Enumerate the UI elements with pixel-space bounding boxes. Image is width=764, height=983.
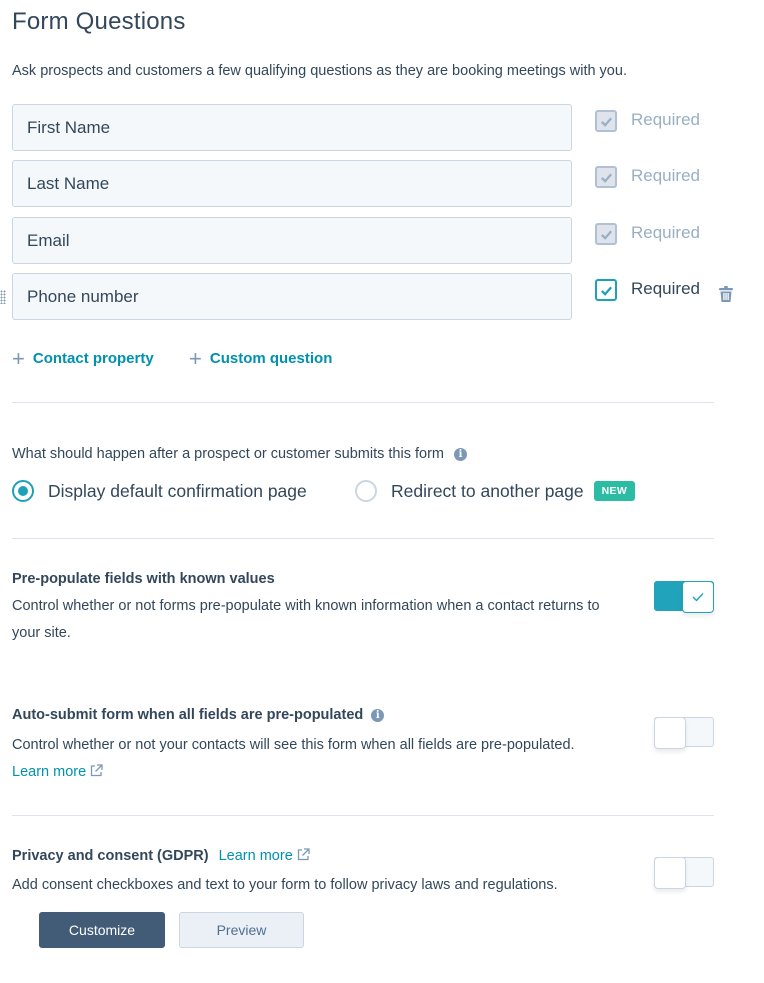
trash-icon[interactable] bbox=[719, 286, 733, 303]
prepopulate-description: Control whether or not forms pre-populat… bbox=[12, 598, 600, 641]
add-contact-property-link[interactable]: + Contact property bbox=[12, 346, 154, 371]
autosubmit-learn-more-link[interactable]: Learn more bbox=[12, 764, 103, 780]
required-checkbox bbox=[595, 223, 617, 245]
gdpr-toggle[interactable] bbox=[654, 857, 714, 889]
customize-button[interactable]: Customize bbox=[39, 912, 165, 948]
autosubmit-description-text: Control whether or not your contacts wil… bbox=[12, 737, 575, 753]
required-label: Required bbox=[631, 110, 700, 129]
after-submit-question-text: What should happen after a prospect or c… bbox=[12, 446, 444, 462]
external-link-icon bbox=[297, 848, 310, 861]
external-link-icon bbox=[91, 764, 103, 777]
info-icon[interactable]: i bbox=[453, 447, 467, 461]
after-submit-question: What should happen after a prospect or c… bbox=[12, 446, 467, 462]
first-name-field: First Name bbox=[12, 104, 572, 151]
check-icon bbox=[600, 230, 612, 240]
toggle-knob bbox=[682, 581, 714, 613]
divider bbox=[12, 538, 714, 539]
autosubmit-title: Auto-submit form when all fields are pre… bbox=[12, 707, 385, 723]
form-field-row: Last Name Required bbox=[0, 160, 764, 208]
toggle-knob bbox=[654, 717, 686, 749]
required-label[interactable]: Required bbox=[631, 279, 700, 299]
form-field-row: Email Required bbox=[0, 217, 764, 265]
gdpr-learn-more-link[interactable]: Learn more bbox=[219, 848, 310, 864]
radio-redirect-another-page[interactable]: Redirect to another page NEW bbox=[355, 480, 636, 502]
toggle-knob bbox=[654, 857, 686, 889]
last-name-field: Last Name bbox=[12, 160, 572, 207]
required-checkbox[interactable] bbox=[595, 279, 617, 301]
gdpr-title-text: Privacy and consent (GDPR) bbox=[12, 848, 209, 864]
radio-button-selected[interactable] bbox=[12, 480, 34, 502]
learn-more-text: Learn more bbox=[218, 848, 293, 864]
required-checkbox bbox=[595, 166, 617, 188]
check-icon bbox=[600, 173, 612, 183]
gdpr-description: Add consent checkboxes and text to your … bbox=[12, 877, 558, 893]
autosubmit-description: Control whether or not your contacts wil… bbox=[12, 732, 592, 786]
check-icon bbox=[692, 593, 704, 602]
required-checkbox bbox=[595, 110, 617, 132]
prepopulate-title: Pre-populate fields with known values bbox=[12, 571, 275, 587]
page-title: Form Questions bbox=[12, 8, 186, 35]
learn-more-text: Learn more bbox=[12, 764, 87, 780]
autosubmit-toggle[interactable] bbox=[654, 717, 714, 749]
required-label: Required bbox=[631, 223, 700, 242]
new-badge: NEW bbox=[593, 481, 636, 501]
radio-label: Display default confirmation page bbox=[48, 480, 307, 501]
required-label: Required bbox=[631, 166, 700, 185]
add-custom-question-label: Custom question bbox=[209, 350, 333, 367]
divider bbox=[12, 815, 714, 816]
drag-handle-icon[interactable] bbox=[0, 290, 6, 304]
phone-number-field[interactable]: Phone number bbox=[12, 273, 572, 320]
page-description: Ask prospects and customers a few qualif… bbox=[12, 63, 627, 79]
preview-button[interactable]: Preview bbox=[179, 912, 304, 948]
radio-label: Redirect to another page bbox=[391, 480, 584, 501]
add-custom-question-link[interactable]: + Custom question bbox=[189, 346, 333, 371]
plus-icon: + bbox=[12, 346, 25, 371]
email-field: Email bbox=[12, 217, 572, 264]
check-icon bbox=[600, 117, 612, 127]
form-field-row[interactable]: Phone number Required bbox=[0, 273, 764, 321]
prepopulate-toggle[interactable] bbox=[654, 581, 714, 613]
form-field-row: First Name Required bbox=[0, 104, 764, 152]
prepopulate-title-text: Pre-populate fields with known values bbox=[12, 571, 275, 587]
gdpr-title: Privacy and consent (GDPR) Learn more bbox=[12, 848, 310, 864]
add-contact-property-label: Contact property bbox=[32, 350, 154, 367]
check-icon bbox=[600, 286, 612, 296]
divider bbox=[12, 402, 714, 403]
plus-icon: + bbox=[189, 346, 202, 371]
radio-display-default-confirmation[interactable]: Display default confirmation page bbox=[12, 480, 307, 502]
autosubmit-title-text: Auto-submit form when all fields are pre… bbox=[12, 707, 364, 723]
radio-button[interactable] bbox=[355, 480, 377, 502]
info-icon[interactable]: i bbox=[371, 708, 385, 722]
